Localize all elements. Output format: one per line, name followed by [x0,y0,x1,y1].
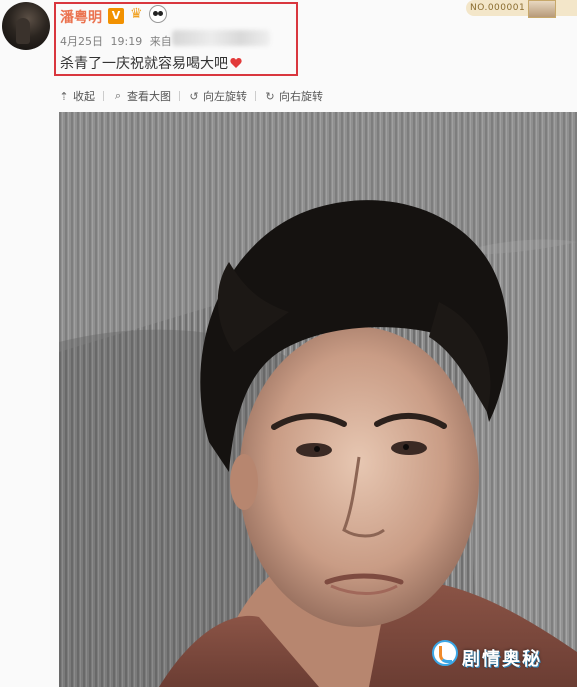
rotate-left-button[interactable]: ↺ 向左旋转 [188,88,247,104]
collapse-icon: ⇡ [59,89,69,103]
post-meta: 4月25日 19:19 来自 [60,33,176,49]
post-date[interactable]: 4月25日 [60,35,103,48]
magnifier-icon: ⌕ [114,89,122,102]
post-photo[interactable] [59,112,577,687]
view-large-button[interactable]: ⌕ 查看大图 [112,88,171,104]
rotate-right-label: 向右旋转 [279,90,323,103]
post-source-prefix: 来自 [149,35,172,48]
toolbar-divider [179,91,180,101]
post-text: 杀青了一庆祝就容易喝大吧 [60,53,242,73]
user-avatar[interactable] [2,2,50,50]
post-time[interactable]: 19:19 [111,35,143,48]
collapse-label: 收起 [73,90,95,103]
watermark-text: 剧情奥秘 [462,649,542,670]
blurred-source [172,30,270,46]
image-toolbar: ⇡ 收起 ⌕ 查看大图 ↺ 向左旋转 ↻ 向右旋转 [58,86,331,106]
id-badge-photo [528,0,556,18]
toolbar-divider [255,91,256,101]
collapse-button[interactable]: ⇡ 收起 [58,88,95,104]
view-large-label: 查看大图 [127,90,171,103]
rotate-left-icon: ↺ [189,89,199,103]
id-badge-label: NO.000001 [470,3,526,13]
crown-icon[interactable]: ♛ [130,6,143,22]
post-text-content: 杀青了一庆祝就容易喝大吧 [60,56,228,72]
watermark-logo-icon [432,640,458,666]
rotate-left-label: 向左旋转 [203,90,247,103]
panda-icon[interactable] [149,5,167,23]
heart-icon [230,58,242,68]
toolbar-divider [103,91,104,101]
username-link[interactable]: 潘粤明 [60,7,102,27]
verified-badge[interactable]: V [108,8,124,24]
rotate-right-button[interactable]: ↻ 向右旋转 [264,88,323,104]
selfie-image [59,112,577,687]
rotate-right-icon: ↻ [265,89,275,103]
weibo-post: 潘粤明 V ♛ 4月25日 19:19 来自 杀青了一庆祝就容易喝大吧 NO.0… [0,0,577,687]
